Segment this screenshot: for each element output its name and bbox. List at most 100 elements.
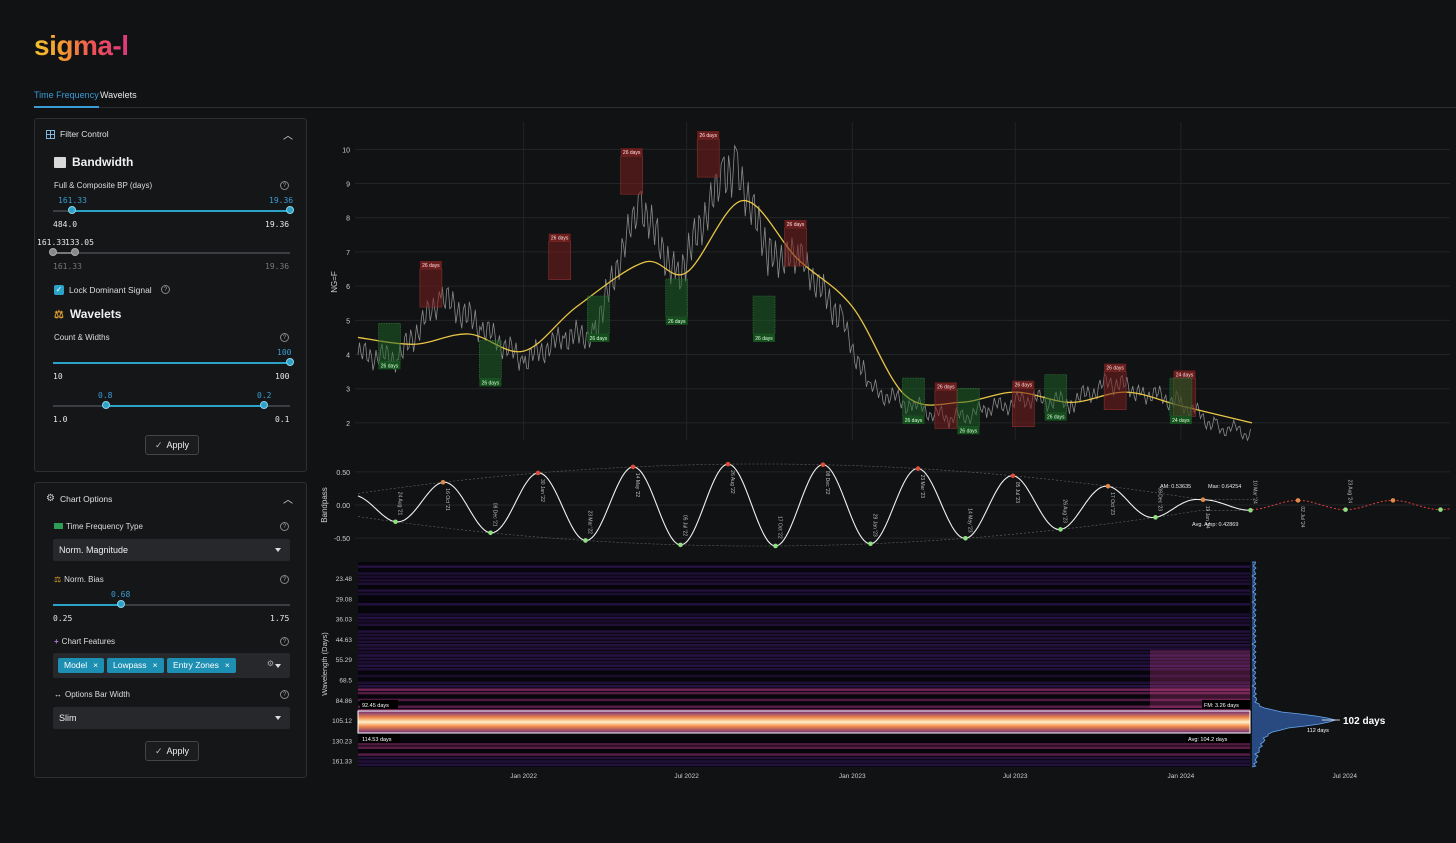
upper-band-label: 92.45 days: [362, 703, 389, 709]
y-tick-label: 44.63: [336, 637, 353, 644]
peak-zone-label: 26 days: [1106, 366, 1124, 372]
widths-high-thumb[interactable]: [260, 401, 268, 409]
peak-zone-tag: [548, 233, 571, 242]
help-icon[interactable]: ?: [280, 575, 289, 584]
peak-zone-tag: [419, 261, 442, 270]
y-tick-label: 68.5: [339, 678, 352, 685]
caret-down-icon[interactable]: [275, 664, 281, 668]
norm-bias-min: 0.25: [53, 614, 73, 623]
x-tick-label: Jan 2024: [1168, 773, 1195, 780]
filter-grid-icon: [46, 129, 55, 139]
y-tick-label: 9: [346, 182, 350, 189]
chip-remove-icon[interactable]: ×: [225, 660, 230, 671]
collapse-chevron-icon[interactable]: ︿: [283, 491, 293, 506]
clear-gear-icon[interactable]: ⚙: [267, 659, 274, 668]
peak-marker: [1105, 483, 1111, 489]
trough-zone-tag: [665, 316, 688, 325]
tab-time-frequency[interactable]: Time Frequency: [34, 90, 99, 108]
spectral-stripe: [358, 623, 1250, 626]
widths-high-value: 0.2: [257, 391, 272, 400]
peak-zone-label: 26 days: [699, 133, 717, 139]
filter-apply-button[interactable]: ✓ Apply: [145, 435, 199, 455]
trough-entry-zone: [1044, 374, 1068, 413]
chip-remove-icon[interactable]: ×: [93, 660, 98, 671]
widths-low-thumb[interactable]: [102, 401, 110, 409]
peak-zone-tag: [1173, 370, 1196, 379]
spectral-stripe: [358, 722, 1250, 726]
trough-entry-zone: [1169, 377, 1193, 417]
peak-entry-zone: [1012, 388, 1035, 428]
cycle-date-label: 26 Aug '22: [729, 470, 735, 494]
tf-type-select[interactable]: Norm. Magnitude: [53, 539, 290, 561]
band-label-bg: [360, 700, 398, 709]
bar-width-select[interactable]: Slim: [53, 707, 290, 729]
chart-options-panel: ⚙ Chart Options ︿ Time Frequency Type ? …: [34, 482, 307, 778]
chip-remove-icon[interactable]: ×: [153, 660, 158, 671]
trough-marker: [1058, 527, 1063, 532]
help-icon[interactable]: ?: [280, 522, 289, 531]
peak-entry-zone: [548, 241, 571, 280]
norm-bias-fill: [53, 604, 121, 606]
peak-marker: [1390, 498, 1396, 503]
composite-range-min: 161.33: [53, 262, 82, 271]
tab-wavelets[interactable]: Wavelets: [100, 90, 137, 100]
widths-low-value: 0.8: [98, 391, 113, 400]
help-icon[interactable]: ?: [280, 333, 289, 342]
composite-range-track[interactable]: [53, 252, 290, 254]
cycle-date-label: 14 May '22: [634, 473, 640, 498]
full-range-low-thumb[interactable]: [68, 206, 76, 214]
spectral-stripe: [358, 640, 1250, 644]
check-icon: ✓: [154, 439, 163, 450]
lock-dominant-checkbox[interactable]: ✓: [54, 285, 64, 295]
trough-entry-zone: [587, 295, 610, 335]
full-range-high-thumb[interactable]: [286, 206, 294, 214]
spectral-stripe: [358, 620, 1250, 623]
band-label-bg: [1186, 734, 1250, 743]
help-icon[interactable]: ?: [280, 181, 289, 190]
spectral-stripe: [358, 654, 1250, 657]
bandpass-projection: [1251, 499, 1451, 511]
norm-bias-thumb[interactable]: [117, 600, 125, 608]
trough-zone-label: 26 days: [590, 336, 608, 342]
count-thumb[interactable]: [286, 358, 294, 366]
y-tick-label: 161.33: [332, 759, 352, 766]
y-tick-label: 36.03: [336, 617, 353, 624]
trough-marker: [393, 519, 398, 525]
chip-model: Model ×: [58, 658, 105, 673]
spectral-highlight: [1150, 650, 1250, 708]
peak-marker: [1010, 473, 1016, 479]
cycle-date-label: 23 Mar '23: [919, 475, 925, 499]
x-tick-label: Jul 2022: [674, 773, 699, 780]
y-axis-label: Bandpass: [320, 487, 329, 523]
caret-down-icon: [275, 548, 281, 552]
peak-zone-tag: [784, 220, 807, 228]
y-tick-label: 55.29: [336, 657, 353, 664]
spectral-stripe: [358, 572, 1250, 575]
trough-zone-label: 26 days: [381, 363, 399, 369]
peak-zone-tag: [620, 148, 643, 157]
options-apply-button[interactable]: ✓ Apply: [145, 741, 199, 761]
filter-control-header[interactable]: Filter Control: [46, 129, 109, 139]
spectral-stripe: [358, 756, 1250, 760]
trough-marker: [963, 535, 968, 541]
cycle-date-label: 17 Oct '22: [777, 516, 783, 539]
y-tick-label: 5: [346, 318, 350, 325]
tab-bar: Time Frequency Wavelets: [34, 85, 1456, 108]
help-icon[interactable]: ?: [280, 637, 289, 646]
help-icon[interactable]: ?: [161, 285, 170, 294]
price-line: [357, 144, 1251, 442]
chart-options-header[interactable]: ⚙ Chart Options: [46, 493, 112, 504]
composite-low-thumb[interactable]: [49, 248, 57, 256]
collapse-chevron-icon[interactable]: ︿: [283, 127, 293, 142]
spectral-stripe: [358, 644, 1250, 647]
wavelength-histogram: [1251, 561, 1337, 768]
chart-features-multiselect[interactable]: Model × Lowpass × Entry Zones × ⚙: [53, 653, 290, 678]
composite-high-thumb[interactable]: [71, 248, 79, 256]
trough-marker: [583, 538, 588, 543]
scales-icon: ⚖: [54, 575, 62, 584]
spectral-stripe: [358, 691, 1250, 695]
spectral-stripe: [358, 681, 1250, 685]
full-high-value: 19.36: [269, 196, 294, 205]
trough-zone-tag: [1169, 416, 1192, 425]
help-icon[interactable]: ?: [280, 690, 289, 699]
